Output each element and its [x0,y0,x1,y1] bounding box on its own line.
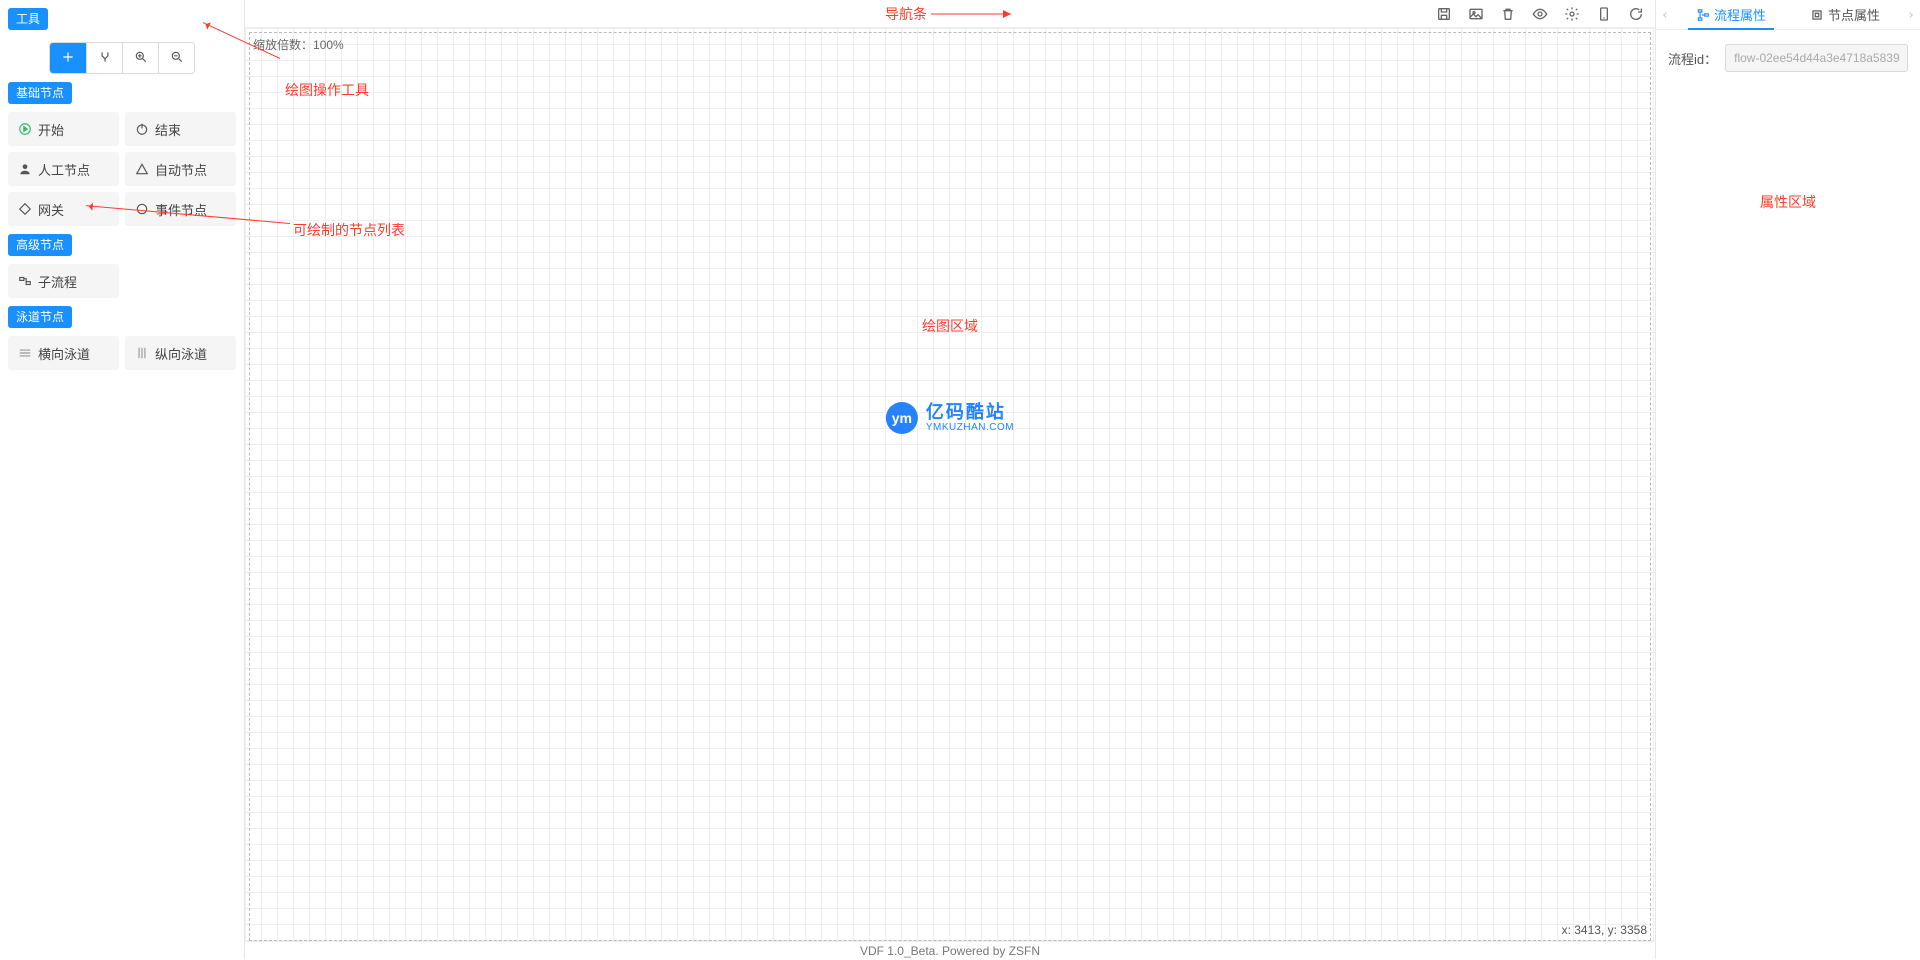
node-subflow[interactable]: 子流程 [8,264,119,298]
flow-id-row: 流程id： [1668,44,1908,72]
node-label: 子流程 [38,272,77,291]
node-event[interactable]: 事件节点 [125,192,236,226]
plus-move-icon [61,50,75,67]
zoom-in-icon [134,50,148,67]
nav-save-button[interactable] [1435,5,1453,23]
node-start[interactable]: 开始 [8,112,119,146]
node-vlane[interactable]: 纵向泳道 [125,336,236,370]
play-circle-icon [18,122,32,136]
node-auto[interactable]: 自动节点 [125,152,236,186]
center-area: 导航条 缩放倍数：100% 绘图操作工具 可绘制的节点列表 绘图区域 ym [245,0,1655,959]
sidebar: 工具 基础节点 开始 [0,0,245,959]
advanced-nodes-tag: 高级节点 [8,234,72,256]
node-label: 自动节点 [155,160,207,179]
tool-branch-button[interactable] [86,43,122,73]
lane-nodes-tag: 泳道节点 [8,306,72,328]
node-hlane[interactable]: 横向泳道 [8,336,119,370]
subflow-icon [18,274,32,288]
rows-icon [18,346,32,360]
nav-image-button[interactable] [1467,5,1485,23]
watermark: ym 亿码酷站 YMKUZHAN.COM [886,402,1014,434]
watermark-badge: ym [886,402,918,434]
properties-body: 流程id： 属性区域 [1656,30,1920,226]
lane-nodes-grid: 横向泳道 纵向泳道 [8,336,236,370]
tabs-prev-button[interactable] [1656,10,1674,20]
top-nav-bar: 导航条 [245,0,1655,28]
node-manual[interactable]: 人工节点 [8,152,119,186]
footer-text: VDF 1.0_Beta. Powered by ZSFN [245,941,1655,959]
drawing-toolbar [8,42,236,74]
node-end[interactable]: 结束 [125,112,236,146]
node-icon [1810,8,1824,22]
drawing-tool-group [49,42,195,74]
node-label: 人工节点 [38,160,90,179]
watermark-zh: 亿码酷站 [926,403,1014,423]
annotation-navbar: 导航条 [885,4,1011,24]
properties-tabs: 流程属性 节点属性 [1656,0,1920,30]
coordinates-label: x: 3413, y: 3358 [1562,923,1647,937]
node-label: 网关 [38,200,64,219]
zoom-indicator: 缩放倍数：100% [253,36,344,53]
flow-icon [1696,8,1710,22]
triangle-icon [135,162,149,176]
nav-mobile-button[interactable] [1595,5,1613,23]
watermark-en: YMKUZHAN.COM [926,422,1014,433]
tab-node-properties[interactable]: 节点属性 [1788,0,1902,29]
tabs-next-button[interactable] [1902,10,1920,20]
flow-id-label: 流程id： [1668,49,1717,68]
branch-icon [98,50,112,67]
canvas[interactable]: 缩放倍数：100% 绘图操作工具 可绘制的节点列表 绘图区域 ym 亿码酷站 Y… [245,28,1655,959]
tab-flow-properties[interactable]: 流程属性 [1674,0,1788,29]
node-gateway[interactable]: 网关 [8,192,119,226]
node-label: 纵向泳道 [155,344,207,363]
basic-nodes-tag: 基础节点 [8,82,72,104]
flow-id-input[interactable] [1725,44,1908,72]
node-label: 横向泳道 [38,344,90,363]
tool-zoom-in-button[interactable] [122,43,158,73]
nav-refresh-button[interactable] [1627,5,1645,23]
node-label: 结束 [155,120,181,139]
advanced-nodes-grid: 子流程 [8,264,236,298]
user-icon [18,162,32,176]
columns-icon [135,346,149,360]
annotation-props-label: 属性区域 [1668,192,1908,212]
tool-zoom-out-button[interactable] [158,43,194,73]
node-label: 开始 [38,120,64,139]
canvas-boundary [249,32,1651,941]
nav-settings-button[interactable] [1563,5,1581,23]
tools-tag: 工具 [8,8,48,30]
tool-move-button[interactable] [50,43,86,73]
diamond-icon [18,202,32,216]
properties-panel: 流程属性 节点属性 流程id： 属性区域 [1655,0,1920,959]
nav-preview-button[interactable] [1531,5,1549,23]
nav-delete-button[interactable] [1499,5,1517,23]
power-icon [135,122,149,136]
zoom-out-icon [170,50,184,67]
